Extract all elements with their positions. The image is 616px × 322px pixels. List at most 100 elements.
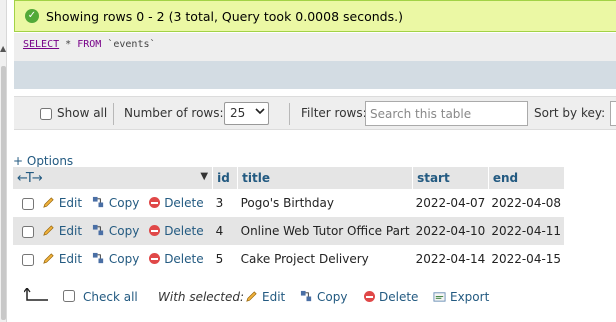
column-toggle-icon[interactable]: ▼ <box>200 171 208 182</box>
delete-icon <box>364 291 375 302</box>
show-all-label: Show all <box>57 106 108 120</box>
row-actions: Edit Copy Delete <box>13 189 213 217</box>
bulk-delete-button[interactable]: Delete <box>364 290 418 304</box>
number-of-rows-label: Number of rows: <box>124 106 224 120</box>
cell-start[interactable]: 2022-04-07 <box>412 189 489 217</box>
bulk-edit-button[interactable]: Edit <box>245 290 285 304</box>
action-column-header: ←T→ ▼ <box>13 167 214 189</box>
cell-end[interactable]: 2022-04-08 <box>488 189 565 217</box>
sql-select-keyword[interactable]: SELECT <box>23 39 59 50</box>
sort-by-key-select[interactable] <box>610 101 616 126</box>
delete-icon <box>149 225 161 236</box>
delete-label: Delete <box>164 224 204 238</box>
table-header-row: ←T→ ▼ id title start end <box>13 167 565 189</box>
copy-label: Copy <box>108 224 140 238</box>
show-all-checkbox[interactable] <box>40 108 52 120</box>
edit-label: Edit <box>58 224 83 238</box>
sort-by-key-label: Sort by key: <box>534 106 606 120</box>
column-header-end[interactable]: end <box>488 167 565 189</box>
check-all-link[interactable]: Check all <box>83 290 138 304</box>
corner-arrow-icon <box>23 287 50 307</box>
column-header-start[interactable]: start <box>412 167 489 189</box>
copy-row-button[interactable]: Copy <box>92 196 139 210</box>
filter-rows-input[interactable]: Search this table <box>365 101 528 126</box>
cell-title[interactable]: Online Web Tutor Office Part <box>237 217 413 245</box>
bulk-export-label: Export <box>450 290 490 304</box>
edit-label: Edit <box>58 196 83 210</box>
bulk-delete-label: Delete <box>379 290 419 304</box>
sql-star: * <box>65 39 72 50</box>
arrows-icon[interactable]: ←T→ <box>17 171 43 186</box>
delete-row-button[interactable]: Delete <box>149 252 204 266</box>
cell-end[interactable]: 2022-04-11 <box>488 217 565 245</box>
row-actions: Edit Copy Delete <box>13 217 213 245</box>
copy-row-button[interactable]: Copy <box>92 224 139 238</box>
chevron-down-icon <box>255 106 265 119</box>
number-of-rows-select[interactable]: 25 <box>224 102 269 125</box>
sql-actions-bar <box>14 61 616 89</box>
delete-row-button[interactable]: Delete <box>149 224 204 238</box>
check-icon: ✓ <box>25 9 39 23</box>
delete-icon <box>149 253 161 264</box>
copy-icon <box>92 224 104 236</box>
copy-icon <box>300 290 312 302</box>
bulk-actions-bar: Check all With selected: Edit Copy Delet… <box>0 285 616 309</box>
number-of-rows-value: 25 <box>230 106 246 120</box>
edit-row-button[interactable]: Edit <box>42 196 82 210</box>
cell-start[interactable]: 2022-04-10 <box>412 217 489 245</box>
cell-start[interactable]: 2022-04-14 <box>412 245 489 273</box>
cell-title[interactable]: Cake Project Delivery <box>237 245 413 273</box>
with-selected-label: With selected: <box>158 290 245 304</box>
pencil-icon <box>43 225 54 236</box>
pencil-icon <box>43 197 54 208</box>
sql-query-box: SELECT * FROM `events` <box>14 33 616 61</box>
copy-icon <box>92 196 104 208</box>
edit-row-button[interactable]: Edit <box>42 252 82 266</box>
cell-end[interactable]: 2022-04-15 <box>488 245 565 273</box>
cell-id[interactable]: 3 <box>212 189 238 217</box>
table-row: Edit Copy Delete 3 Pogo's Birthday 2022-… <box>13 189 565 217</box>
copy-icon <box>92 252 104 264</box>
bulk-edit-label: Edit <box>262 290 286 304</box>
pencil-icon <box>246 291 257 302</box>
filter-rows-placeholder: Search this table <box>370 107 472 121</box>
table-row: Edit Copy Delete 4 Online Web Tutor Offi… <box>13 217 565 245</box>
delete-icon <box>149 197 161 208</box>
sql-from-keyword: FROM <box>77 39 102 50</box>
bulk-export-button[interactable]: Export <box>433 290 489 304</box>
edit-row-button[interactable]: Edit <box>42 224 82 238</box>
bulk-copy-button[interactable]: Copy <box>300 290 347 304</box>
cell-id[interactable]: 5 <box>212 245 238 273</box>
edit-label: Edit <box>58 252 83 266</box>
cell-id[interactable]: 4 <box>212 217 238 245</box>
delete-label: Delete <box>164 196 204 210</box>
delete-label: Delete <box>164 252 204 266</box>
bulk-copy-label: Copy <box>317 290 348 304</box>
results-table: ←T→ ▼ id title start end Edit Copy Delet… <box>13 167 565 273</box>
row-checkbox[interactable] <box>22 197 34 210</box>
scrollbar-thumb[interactable] <box>1 66 6 320</box>
left-scrollbar[interactable]: ▲ <box>0 0 7 322</box>
cell-title[interactable]: Pogo's Birthday <box>237 189 413 217</box>
divider <box>289 103 290 125</box>
navigation-bar: Show all Number of rows: 25 Filter rows:… <box>14 96 616 130</box>
pencil-icon <box>43 253 54 264</box>
row-checkbox[interactable] <box>22 253 34 266</box>
sql-table-name: `events` <box>107 39 156 50</box>
copy-label: Copy <box>108 252 140 266</box>
row-checkbox[interactable] <box>22 225 34 238</box>
divider <box>113 103 114 125</box>
filter-rows-label: Filter rows: <box>301 106 367 120</box>
table-row: Edit Copy Delete 5 Cake Project Delivery… <box>13 245 565 273</box>
success-message: ✓ Showing rows 0 - 2 (3 total, Query too… <box>14 0 616 32</box>
success-message-text: Showing rows 0 - 2 (3 total, Query took … <box>46 8 403 24</box>
delete-row-button[interactable]: Delete <box>149 196 204 210</box>
check-all-checkbox[interactable] <box>63 290 75 302</box>
column-header-title[interactable]: title <box>237 167 414 189</box>
options-link[interactable]: + Options <box>13 154 73 168</box>
copy-label: Copy <box>108 196 140 210</box>
column-header-id[interactable]: id <box>212 167 239 189</box>
copy-row-button[interactable]: Copy <box>92 252 139 266</box>
export-icon <box>433 292 446 302</box>
scroll-up-arrow-icon[interactable]: ▲ <box>0 45 6 53</box>
